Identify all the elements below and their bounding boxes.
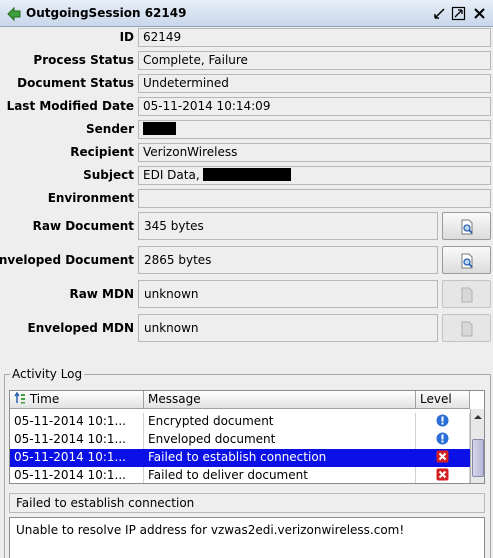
window-titlebar: OutgoingSession 62149 — [0, 0, 493, 27]
row-level — [416, 431, 470, 449]
raw-document-label: Raw Document — [32, 219, 134, 233]
row-time: 05-11-2014 10:1... — [10, 449, 144, 467]
row-time: 05-11-2014 10:1... — [10, 413, 144, 431]
table-row-selected[interactable]: 05-11-2014 10:1... Failed to establish c… — [10, 449, 470, 467]
id-label: ID — [119, 30, 134, 44]
recipient-label: Recipient — [70, 145, 134, 159]
table-row[interactable]: 05-11-2014 10:1... Encrypted document — [10, 413, 470, 431]
sender-field[interactable] — [138, 120, 491, 139]
row-time: 05-11-2014 10:1... — [10, 467, 144, 483]
row-message: Enveloped document — [144, 431, 416, 449]
raw-document-field[interactable]: 345 bytes — [138, 212, 438, 240]
enveloped-document-label: Enveloped Document — [0, 253, 134, 267]
last-modified-date-label: Last Modified Date — [6, 99, 134, 113]
selected-message-field: Failed to establish connection — [9, 493, 485, 513]
redacted-block — [203, 168, 292, 181]
view-raw-document-button[interactable] — [442, 212, 491, 240]
column-header-level[interactable]: Level — [416, 391, 470, 409]
row-level — [416, 467, 470, 483]
document-disabled-icon — [461, 321, 473, 337]
maximize-icon[interactable] — [451, 6, 466, 21]
column-header-message[interactable]: Message — [144, 391, 416, 409]
window-title: OutgoingSession 62149 — [26, 6, 187, 20]
sender-label: Sender — [86, 122, 134, 136]
raw-mdn-label: Raw MDN — [69, 287, 134, 301]
document-disabled-icon — [461, 287, 473, 303]
enveloped-mdn-label: Enveloped MDN — [27, 321, 135, 335]
raw-mdn-field[interactable]: unknown — [138, 280, 438, 308]
scroll-up-icon[interactable] — [471, 411, 485, 423]
subject-label: Subject — [83, 168, 134, 182]
table-row[interactable]: 05-11-2014 10:1... Enveloped document — [10, 431, 470, 449]
message-detail-area[interactable]: Unable to resolve IP address for vzwas2e… — [9, 517, 485, 558]
scroll-thumb[interactable] — [472, 439, 484, 477]
close-icon[interactable] — [472, 6, 487, 21]
subject-value: EDI Data, — [143, 168, 200, 182]
enveloped-mdn-field[interactable]: unknown — [138, 314, 438, 342]
row-message: Encrypted document — [144, 413, 416, 431]
process-status-field[interactable]: Complete, Failure — [138, 51, 491, 70]
process-status-label: Process Status — [33, 53, 134, 67]
view-raw-mdn-button[interactable] — [442, 280, 491, 308]
environment-label: Environment — [47, 191, 134, 205]
last-modified-date-field[interactable]: 05-11-2014 10:14:09 — [138, 97, 491, 116]
view-enveloped-document-button[interactable] — [442, 246, 491, 274]
back-arrow-icon[interactable] — [6, 6, 22, 22]
sort-ascending-icon — [14, 391, 25, 404]
minimize-icon[interactable] — [432, 6, 447, 21]
activity-log-title: Activity Log — [10, 367, 85, 381]
view-enveloped-mdn-button[interactable] — [442, 314, 491, 342]
document-status-field[interactable]: Undetermined — [138, 74, 491, 93]
row-level — [416, 413, 470, 431]
column-header-time[interactable]: Time — [10, 391, 144, 409]
column-header-time-label: Time — [29, 392, 60, 406]
view-document-icon — [461, 253, 473, 269]
document-status-label: Document Status — [17, 76, 134, 90]
row-time: 05-11-2014 10:1... — [10, 431, 144, 449]
table-vertical-scrollbar[interactable] — [470, 409, 485, 483]
info-icon — [436, 414, 449, 427]
row-message: Failed to deliver document — [144, 467, 416, 483]
row-level — [416, 449, 470, 467]
activity-log-table[interactable]: Time Message Level 05-11-2014 10:1... En… — [9, 390, 485, 484]
id-field[interactable]: 62149 — [138, 28, 491, 47]
view-document-icon — [461, 219, 473, 235]
subject-field[interactable]: EDI Data, — [138, 166, 491, 185]
table-row[interactable]: 05-11-2014 10:1... Failed to deliver doc… — [10, 467, 470, 483]
redacted-block — [143, 122, 176, 135]
error-icon — [436, 468, 449, 481]
error-icon — [436, 450, 449, 463]
environment-field[interactable] — [138, 189, 491, 208]
info-icon — [436, 432, 449, 445]
enveloped-document-field[interactable]: 2865 bytes — [138, 246, 438, 274]
row-message: Failed to establish connection — [144, 449, 416, 467]
table-header: Time Message Level — [10, 391, 470, 409]
recipient-field[interactable]: VerizonWireless — [138, 143, 491, 162]
